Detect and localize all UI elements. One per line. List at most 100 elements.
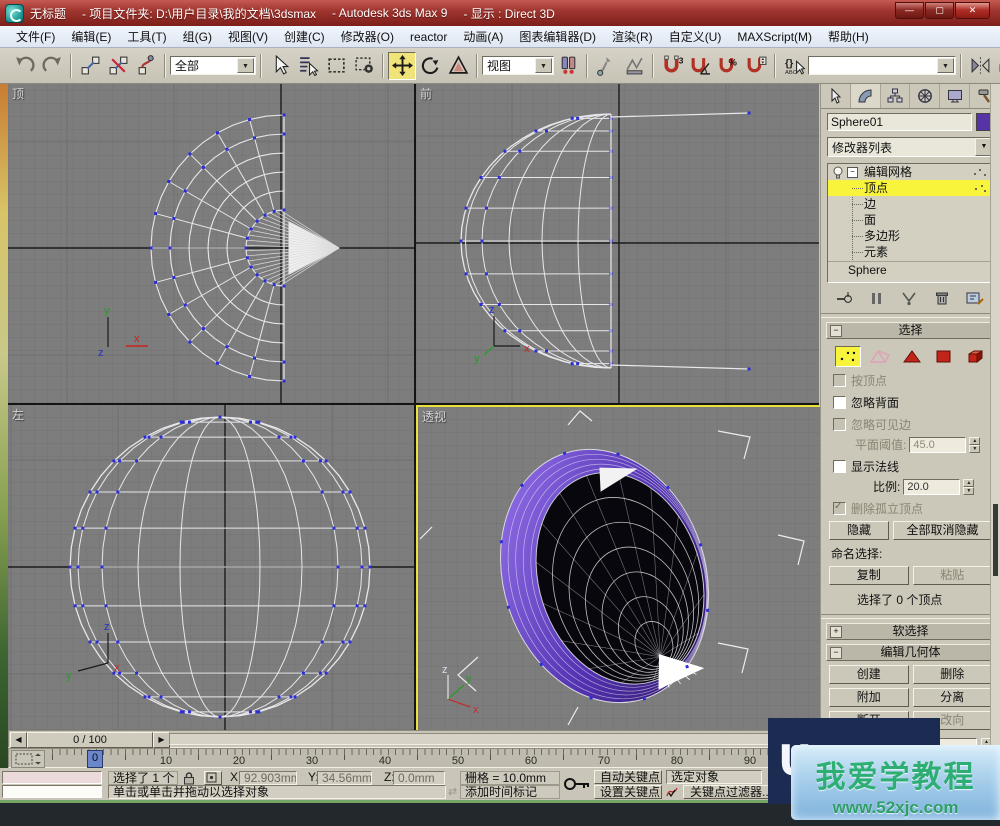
track-bar-ruler[interactable]: 0 10 20 30 40 50 60 70 80 90 100	[46, 749, 816, 767]
select-and-scale-button[interactable]	[444, 52, 472, 80]
vertex-mode-button[interactable]	[835, 346, 861, 367]
select-and-manipulate-button[interactable]	[592, 52, 620, 80]
pin-stack-icon[interactable]	[836, 291, 854, 306]
add-time-tag[interactable]: 添加时间标记	[460, 785, 560, 799]
selection-filter-dropdown[interactable]: 全部▼	[170, 56, 256, 75]
reference-coordinate-dropdown[interactable]: 视图▼	[482, 56, 554, 75]
tab-create[interactable]	[821, 84, 851, 108]
maxscript-mini-listener-pink[interactable]	[2, 771, 102, 784]
viewport-front[interactable]: 前 zxy	[416, 84, 819, 403]
remove-modifier-icon[interactable]	[933, 291, 951, 306]
stack-row-edit-mesh[interactable]: − 编辑网格	[828, 164, 993, 180]
redo-button[interactable]	[38, 52, 66, 80]
face-mode-button[interactable]	[899, 346, 925, 367]
time-slider-handle[interactable]: 0 / 100	[27, 732, 153, 748]
tab-modify[interactable]	[851, 84, 881, 108]
lightbulb-icon[interactable]	[832, 166, 844, 179]
detach-button[interactable]: 分离	[913, 688, 993, 707]
absolute-offset-toggle-icon[interactable]	[204, 771, 222, 785]
dropdown-arrow-icon[interactable]: ▼	[937, 58, 954, 73]
dropdown-arrow-icon[interactable]: ▼	[237, 58, 254, 73]
stack-row-polygon[interactable]: 多边形	[828, 228, 993, 244]
menu-create[interactable]: 创建(C)	[276, 28, 333, 45]
tab-display[interactable]	[940, 84, 970, 108]
hide-button[interactable]: 隐藏	[829, 521, 889, 540]
menu-views[interactable]: 视图(V)	[220, 28, 276, 45]
time-slider-track[interactable]	[169, 733, 816, 745]
dropdown-arrow-icon[interactable]: ▼	[535, 58, 552, 73]
ignore-visible-edges-checkbox[interactable]	[833, 418, 846, 431]
delete-isolated-vertices-checkbox[interactable]	[833, 502, 846, 515]
menu-group[interactable]: 组(G)	[175, 28, 220, 45]
menu-file[interactable]: 文件(F)	[8, 28, 63, 45]
stack-element-label[interactable]: 元素	[864, 244, 888, 260]
selection-lock-icon[interactable]	[182, 771, 196, 785]
copy-button[interactable]: 复制	[829, 566, 909, 585]
viewport-left-label[interactable]: 左	[12, 406, 24, 423]
stack-face-label[interactable]: 面	[864, 212, 876, 228]
stack-polygon-label[interactable]: 多边形	[864, 228, 900, 244]
stack-row-element[interactable]: 元素	[828, 244, 993, 260]
close-button[interactable]: ✕	[955, 2, 990, 19]
open-mini-curve-editor-icon[interactable]	[11, 750, 45, 768]
create-button[interactable]: 创建	[829, 665, 909, 684]
configure-modifier-sets-icon[interactable]	[965, 291, 985, 306]
use-pivot-center-button[interactable]	[554, 52, 582, 80]
angle-snap-button[interactable]	[686, 52, 714, 80]
panel-scrollbar[interactable]	[990, 84, 1000, 826]
set-key-icon[interactable]	[562, 770, 592, 798]
stack-edge-label[interactable]: 边	[864, 196, 876, 212]
ignore-backfacing-checkbox[interactable]	[833, 396, 846, 409]
mirror-button[interactable]	[966, 52, 994, 80]
soft-selection-rollout-header[interactable]: + 软选择	[826, 623, 995, 640]
menu-tools[interactable]: 工具(T)	[119, 28, 174, 45]
planar-threshold-field[interactable]: 45.0	[909, 437, 966, 453]
show-normals-checkbox[interactable]	[833, 460, 846, 473]
x-coordinate-field[interactable]: 92.903mm	[239, 771, 297, 785]
stack-vertex-label[interactable]: 顶点	[864, 180, 888, 196]
collapse-box-icon[interactable]: −	[847, 167, 858, 178]
set-key-button[interactable]: 设置关键点	[594, 785, 662, 799]
select-and-link-icon[interactable]	[76, 52, 104, 80]
delete-button[interactable]: 删除	[913, 665, 993, 684]
key-mode-dropdown[interactable]: 选定对象	[666, 770, 762, 784]
by-vertex-checkbox[interactable]	[833, 374, 846, 387]
normals-scale-field[interactable]: 20.0	[903, 479, 960, 495]
unlink-icon[interactable]	[104, 52, 132, 80]
key-filters-button[interactable]: 关键点过滤器...	[683, 785, 775, 799]
viewport-front-label[interactable]: 前	[420, 85, 432, 102]
modifier-list-dropdown[interactable]: 修改器列表 ▼	[827, 137, 994, 157]
panel-scrollbar-thumb[interactable]	[993, 504, 998, 576]
viewport-left[interactable]: 左 zyx	[8, 405, 414, 730]
menu-edit[interactable]: 编辑(E)	[63, 28, 119, 45]
previous-frame-button[interactable]: ◀	[10, 732, 27, 748]
maximize-button[interactable]: ▢	[925, 2, 954, 19]
tab-hierarchy[interactable]	[881, 84, 911, 108]
menu-modifiers[interactable]: 修改器(O)	[333, 28, 402, 45]
menu-help[interactable]: 帮助(H)	[820, 28, 877, 45]
expand-plus-icon[interactable]: +	[830, 626, 842, 638]
attach-button[interactable]: 附加	[829, 688, 909, 707]
stack-modifier-name[interactable]: 编辑网格	[864, 164, 912, 180]
viewport-top-label[interactable]: 顶	[12, 85, 24, 102]
tab-motion[interactable]	[910, 84, 940, 108]
make-unique-icon[interactable]	[900, 291, 918, 306]
stack-row-edge[interactable]: 边	[828, 196, 993, 212]
modifier-stack[interactable]: − 编辑网格 顶点 边 面 多边形 元素 Sphere	[827, 163, 994, 283]
selection-rollout-header[interactable]: − 选择	[826, 322, 995, 339]
align-button[interactable]	[994, 52, 1000, 80]
rectangular-selection-region-button[interactable]	[322, 52, 350, 80]
menu-animation[interactable]: 动画(A)	[455, 28, 511, 45]
planar-threshold-spinner[interactable]: ▲▼	[969, 437, 980, 453]
undo-button[interactable]	[10, 52, 38, 80]
y-coordinate-field[interactable]: 34.56mm	[317, 771, 372, 785]
stack-row-vertex[interactable]: 顶点	[828, 180, 993, 196]
title-bar[interactable]: 无标题 - 项目文件夹: D:\用户目录\我的文档\3dsmax - Autod…	[0, 0, 1000, 26]
stack-row-sphere[interactable]: Sphere	[828, 262, 993, 278]
stack-base-object-label[interactable]: Sphere	[848, 262, 887, 278]
named-selection-dropdown[interactable]: ▼	[808, 56, 956, 75]
select-and-rotate-button[interactable]	[416, 52, 444, 80]
normals-scale-spinner[interactable]: ▲▼	[963, 479, 974, 495]
menu-maxscript[interactable]: MAXScript(M)	[729, 30, 820, 44]
select-object-button[interactable]	[266, 52, 294, 80]
